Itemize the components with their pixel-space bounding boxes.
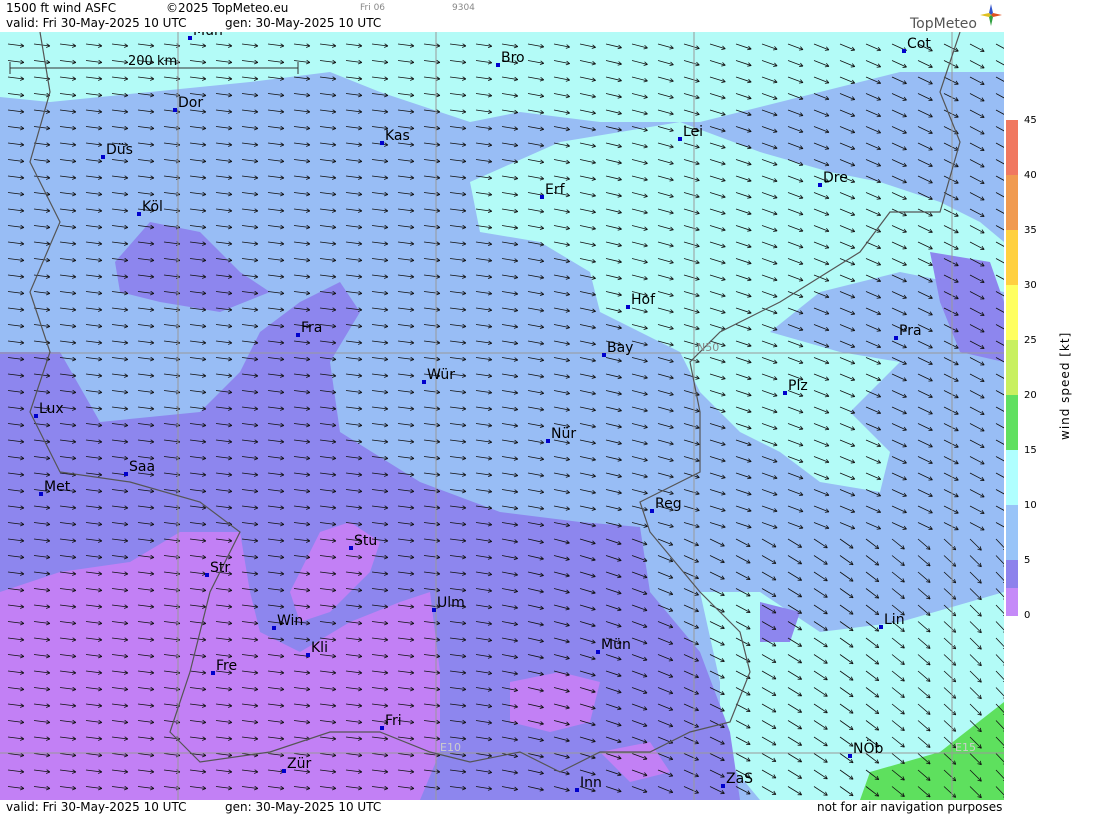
city-marker <box>596 650 600 654</box>
city-label: Nür <box>551 426 576 442</box>
legend-tick: 25 <box>1024 335 1037 346</box>
city-marker <box>650 509 654 513</box>
city-label: Mün <box>601 637 631 653</box>
city-label: Lux <box>39 401 64 417</box>
city-label: Mün <box>193 32 223 39</box>
city-label: Cot <box>907 36 931 52</box>
city-marker <box>380 726 384 730</box>
city-label: Reg <box>655 496 682 512</box>
city-marker <box>721 784 725 788</box>
compass-logo-icon <box>980 4 1002 26</box>
wind-speed-legend <box>1006 120 1018 616</box>
city-label: Met <box>44 479 71 495</box>
generated-time: gen: 30-May-2025 10 UTC <box>225 16 382 30</box>
city-label: Hof <box>631 292 656 308</box>
city-label: Inn <box>580 775 602 791</box>
city-marker <box>818 183 822 187</box>
city-marker <box>879 625 883 629</box>
city-label: Kli <box>311 640 328 656</box>
city-marker <box>306 653 310 657</box>
city-marker <box>602 353 606 357</box>
city-marker <box>783 391 787 395</box>
city-marker <box>540 195 544 199</box>
run-label: Fri 06 <box>360 3 386 13</box>
city-marker <box>211 671 215 675</box>
city-marker <box>496 63 500 67</box>
city-label: Fri <box>385 713 402 729</box>
legend-tick: 40 <box>1024 170 1037 181</box>
city-marker <box>432 608 436 612</box>
city-marker <box>894 336 898 340</box>
city-label: Dre <box>823 170 848 186</box>
city-label: Ulm <box>437 595 465 611</box>
city-marker <box>205 573 209 577</box>
city-label: Stu <box>354 533 377 549</box>
city-label: Wür <box>427 367 455 383</box>
city-label: Plz <box>788 378 808 394</box>
city-label: Win <box>277 613 303 629</box>
city-marker <box>39 492 43 496</box>
legend-tick: 15 <box>1024 445 1037 456</box>
city-label: Kas <box>385 128 410 144</box>
city-label: Lei <box>683 124 703 140</box>
city-marker <box>173 108 177 112</box>
city-marker <box>34 414 38 418</box>
city-label: Bro <box>501 50 525 66</box>
brand-logo: TopMeteo <box>910 16 977 32</box>
city-marker <box>422 380 426 384</box>
city-marker <box>124 472 128 476</box>
city-marker <box>296 333 300 337</box>
legend-tick: 5 <box>1024 555 1031 566</box>
city-marker <box>848 754 852 758</box>
valid-time: valid: Fri 30-May-2025 10 UTC <box>6 16 187 30</box>
city-marker <box>678 137 682 141</box>
grid-label-lon2: E15 <box>955 741 976 754</box>
city-label: Lin <box>884 612 905 628</box>
city-label: Köl <box>142 199 163 215</box>
city-marker <box>380 141 384 145</box>
city-marker <box>137 212 141 216</box>
product-title: 1500 ft wind ASFC <box>6 1 117 15</box>
city-label: Dor <box>178 95 203 111</box>
city-label: NÖb <box>853 739 883 757</box>
city-marker <box>101 155 105 159</box>
footer-generated: gen: 30-May-2025 10 UTC <box>225 800 382 814</box>
city-label: Erf <box>545 182 566 198</box>
grid-label-lat: N50 <box>697 341 719 354</box>
legend-title: wind speed [kt] <box>1058 331 1072 440</box>
footer-disclaimer: not for air navigation purposes <box>817 800 1003 814</box>
city-marker <box>902 49 906 53</box>
city-label: Zür <box>287 756 311 772</box>
city-marker <box>626 305 630 309</box>
city-marker <box>282 769 286 773</box>
city-label: Pra <box>899 323 922 339</box>
city-label: Fra <box>301 320 322 336</box>
grid-label-lon1: E10 <box>440 741 461 754</box>
legend-tick: 10 <box>1024 500 1037 511</box>
scale-bar-label: 200 km <box>128 54 177 69</box>
footer-valid: valid: Fri 30-May-2025 10 UTC <box>6 800 187 814</box>
legend-tick: 45 <box>1024 115 1037 126</box>
city-label: Saa <box>129 459 155 475</box>
legend-tick: 30 <box>1024 280 1037 291</box>
legend-tick: 35 <box>1024 225 1037 236</box>
city-label: Fre <box>216 658 237 674</box>
city-marker <box>575 788 579 792</box>
city-label: Düs <box>106 142 133 158</box>
city-label: Bay <box>607 340 633 356</box>
city-marker <box>188 36 192 40</box>
city-label: ZaS <box>726 771 753 787</box>
city-marker <box>349 546 353 550</box>
city-label: Str <box>210 560 230 576</box>
legend-tick: 20 <box>1024 390 1037 401</box>
wind-map: 200 km N50 E10 E15 Mün Bro Cot Dor Kas Lei Düs… <box>0 32 1004 800</box>
copyright: ©2025 TopMeteo.eu <box>166 1 289 15</box>
legend-tick: 0 <box>1024 610 1031 621</box>
city-marker <box>272 626 276 630</box>
city-marker <box>546 439 550 443</box>
code-label: 9304 <box>452 3 475 13</box>
